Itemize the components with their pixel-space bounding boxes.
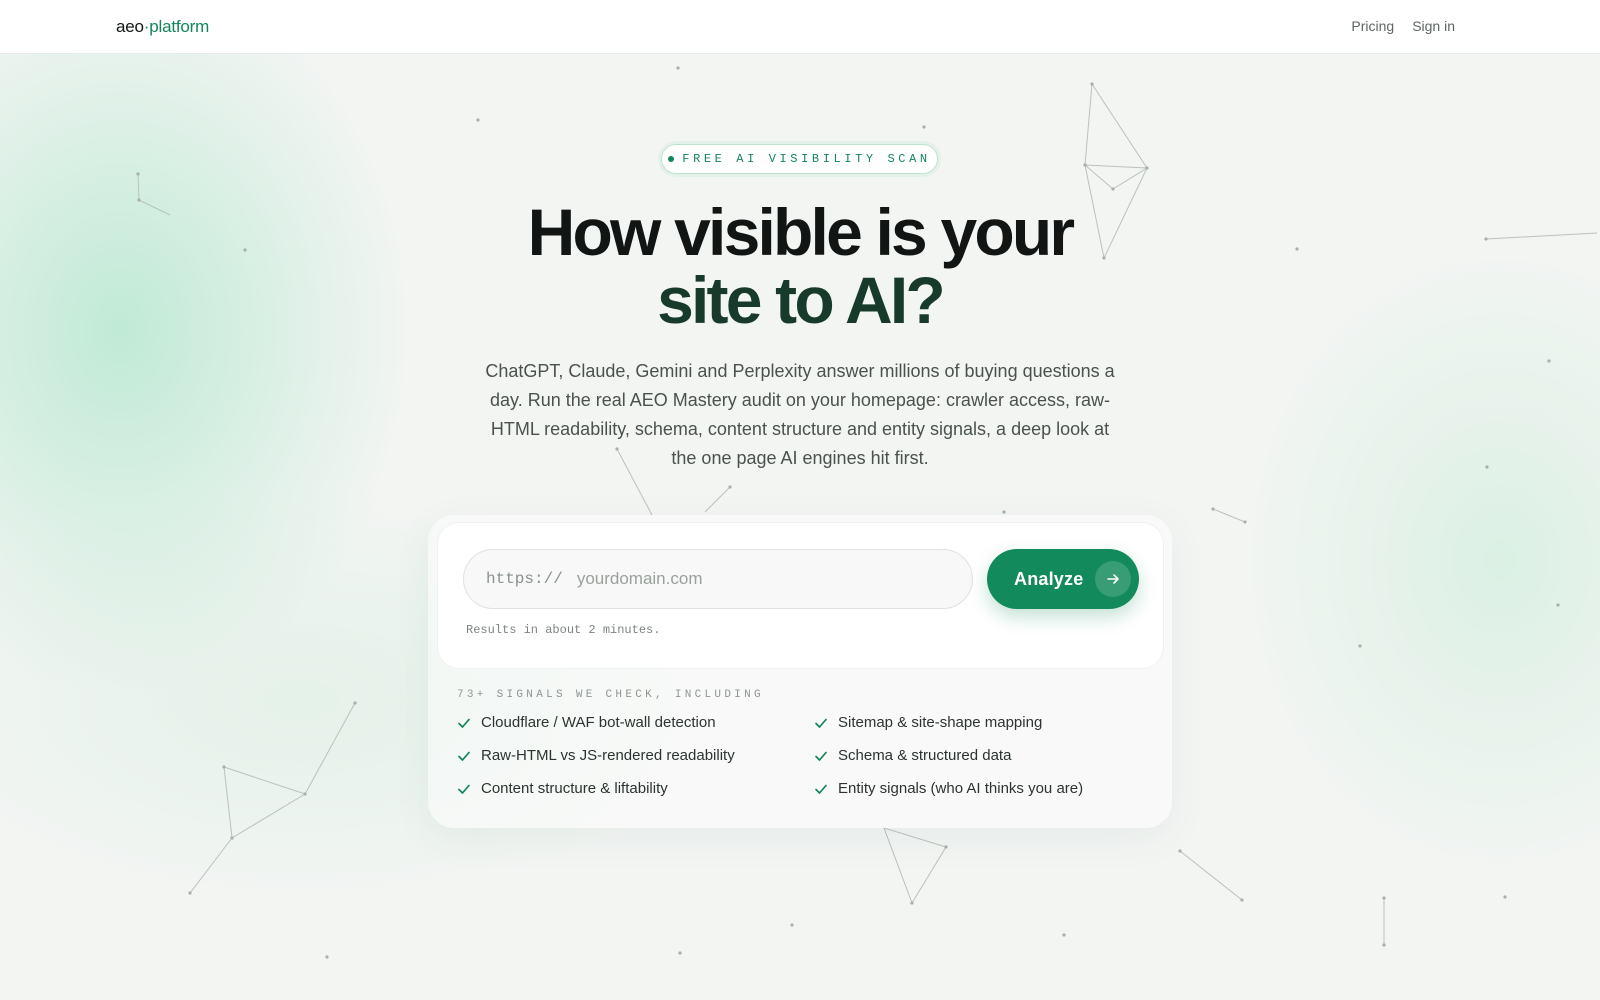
analyze-button-label: Analyze: [1014, 568, 1084, 589]
signal-item: Cloudflare / WAF bot-wall detection: [457, 714, 716, 731]
page-title-line1: How visible is your: [527, 195, 1075, 269]
results-time-hint: Results in about 2 minutes.: [466, 623, 661, 637]
page-title: How visible is your site to AI?: [0, 198, 1600, 334]
domain-input[interactable]: [574, 568, 939, 590]
signal-item-label: Schema & structured data: [838, 747, 1012, 764]
analyze-button[interactable]: Analyze: [987, 549, 1139, 609]
url-input-wrapper[interactable]: https://: [463, 549, 973, 609]
brand-name-part1: aeo: [116, 17, 144, 36]
hero-description: ChatGPT, Claude, Gemini and Perplexity a…: [485, 361, 1115, 468]
signal-item: Content structure & liftability: [457, 780, 668, 797]
nav-link-pricing[interactable]: Pricing: [1351, 18, 1394, 34]
url-prefix: https://: [486, 570, 563, 588]
signal-item: Raw-HTML vs JS-rendered readability: [457, 747, 735, 764]
signal-item-label: Raw-HTML vs JS-rendered readability: [481, 747, 735, 764]
check-icon: [814, 749, 828, 763]
signal-item: Schema & structured data: [814, 747, 1011, 764]
signal-item-label: Entity signals (who AI thinks you are): [838, 780, 1084, 797]
scan-badge-label: FREE AI VISIBILITY SCAN: [682, 152, 931, 166]
status-dot-icon: [668, 156, 675, 162]
scan-badge: FREE AI VISIBILITY SCAN: [661, 144, 938, 174]
page-title-line2: site to AI?: [657, 263, 946, 337]
nav-link-sign-in[interactable]: Sign in: [1412, 18, 1455, 34]
signals-heading: 73+ SIGNALS WE CHECK, INCLUDING: [457, 689, 764, 701]
signal-item-label: Content structure & liftability: [481, 780, 668, 797]
check-icon: [814, 716, 828, 730]
signal-item-label: Cloudflare / WAF bot-wall detection: [481, 714, 716, 731]
top-navigation-bar: aeo·platform Pricing Sign in: [0, 0, 1600, 54]
brand-logo[interactable]: aeo·platform: [116, 17, 209, 37]
signal-item: Entity signals (who AI thinks you are): [814, 780, 1083, 797]
check-icon: [457, 716, 471, 730]
signal-item-label: Sitemap & site-shape mapping: [838, 714, 1043, 731]
check-icon: [457, 749, 471, 763]
signal-item: Sitemap & site-shape mapping: [814, 714, 1042, 731]
header-nav: Pricing Sign in: [1351, 18, 1455, 34]
check-icon: [457, 782, 471, 796]
brand-name-part2: platform: [149, 17, 210, 36]
arrow-right-icon: [1095, 561, 1132, 597]
check-icon: [814, 782, 828, 796]
